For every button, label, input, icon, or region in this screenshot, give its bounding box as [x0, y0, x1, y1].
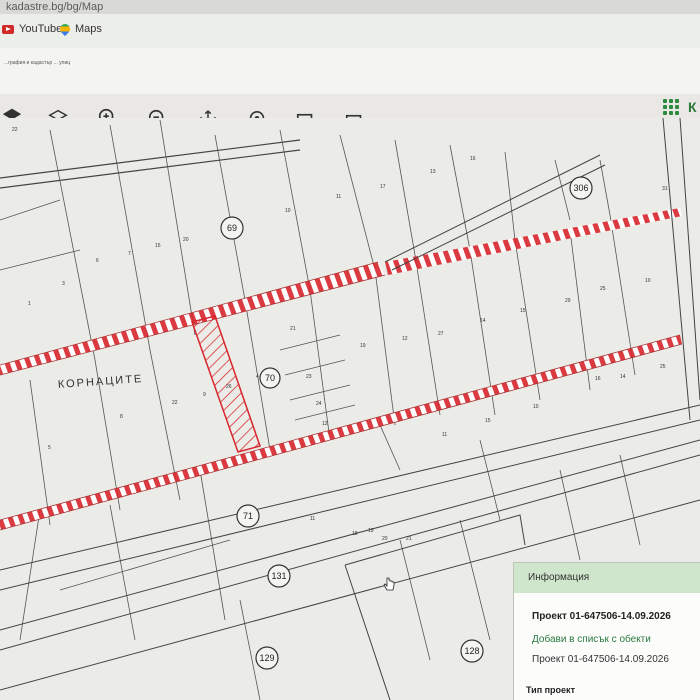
parcel-number: 14: [620, 374, 626, 380]
bookmark-label: Maps: [75, 23, 102, 35]
parcel-number: 19: [360, 343, 366, 349]
parcel-number: 6: [96, 258, 99, 264]
parcel-number: 12: [402, 336, 408, 342]
parcel-number: 4: [256, 374, 259, 380]
parcel-number: 25: [660, 364, 666, 370]
site-subtitle: ...графия и кадастър ... улиц: [4, 60, 71, 66]
parcel-number: 9: [203, 392, 206, 398]
parcel-number: 10: [285, 208, 291, 214]
parcel-number: 13: [430, 169, 436, 175]
block-label: 128: [464, 646, 479, 656]
apps-grid-icon[interactable]: [663, 99, 679, 115]
url-bar[interactable]: kadastre.bg/bg/Map: [0, 0, 700, 14]
youtube-icon: [2, 24, 14, 34]
parcel-number: 27: [438, 331, 444, 337]
project-text: Проект 01-647506-14.09.2026: [532, 654, 669, 665]
block-label: 70: [265, 373, 275, 383]
parcel-number: 1: [28, 301, 31, 307]
block-label: 306: [573, 183, 588, 193]
screen: kadastre.bg/bg/Map YouTube Maps ...графи…: [0, 0, 700, 700]
parcel-number: 21: [406, 536, 412, 542]
header-logo-letter: К: [688, 99, 697, 115]
url-text: kadastre.bg/bg/Map: [6, 1, 104, 13]
add-to-list-link[interactable]: Добави в списък с обекти: [532, 634, 700, 645]
info-panel: Информация Проект 01-647506-14.09.2026 Д…: [513, 562, 700, 700]
parcel-number: 7: [128, 251, 131, 257]
parcel-number: 3: [62, 281, 65, 287]
parcel-number: 17: [380, 184, 386, 190]
parcel-number: 12: [322, 421, 328, 427]
parcel-number: 11: [310, 516, 315, 522]
parcel-number: 31: [662, 186, 668, 192]
parcel-number: 11: [442, 432, 447, 438]
parcel-number: 10: [533, 404, 539, 410]
bookmark-maps[interactable]: Maps: [57, 21, 102, 37]
parcel-number: 15: [155, 243, 161, 249]
site-header: ...графия и кадастър ... улиц: [0, 48, 700, 94]
parcel-number: 26: [226, 384, 232, 390]
info-panel-header: Информация: [514, 563, 700, 593]
parcel-number: 14: [480, 318, 486, 324]
parcel-number: 16: [595, 376, 601, 382]
block-label: 71: [243, 511, 253, 521]
parcel-number: 11: [336, 194, 341, 200]
block-label: 69: [227, 223, 237, 233]
parcel-number: 5: [48, 445, 51, 451]
bookmarks-bar: YouTube Maps: [0, 14, 700, 49]
project-type-heading: Тип проект: [526, 685, 575, 695]
parcel-number: 20: [382, 536, 388, 542]
parcel-number: 23: [306, 374, 312, 380]
parcel-number: 21: [290, 326, 296, 332]
maps-pin-icon: [57, 21, 73, 37]
parcel-number: 24: [316, 401, 322, 407]
info-panel-title: Проект 01-647506-14.09.2026: [532, 611, 671, 622]
bookmark-label: YouTube: [19, 23, 63, 35]
parcel-number: 15: [485, 418, 491, 424]
parcel-number: 19: [368, 528, 374, 534]
block-label: 129: [259, 653, 274, 663]
parcel-number: 20: [183, 237, 189, 243]
parcel-number: 8: [120, 414, 123, 420]
parcel-number: 22: [12, 127, 18, 133]
block-label: 131: [271, 571, 286, 581]
parcel-number: 15: [520, 308, 526, 314]
parcel-number: 22: [172, 400, 178, 406]
hand-cursor-icon: [383, 577, 395, 591]
parcel-number: 16: [470, 156, 476, 162]
parcel-number: 25: [600, 286, 606, 292]
parcel-number: 10: [645, 278, 651, 284]
bookmark-youtube[interactable]: YouTube: [2, 23, 62, 35]
parcel-number: 29: [565, 298, 571, 304]
parcel-number: 18: [352, 531, 358, 537]
